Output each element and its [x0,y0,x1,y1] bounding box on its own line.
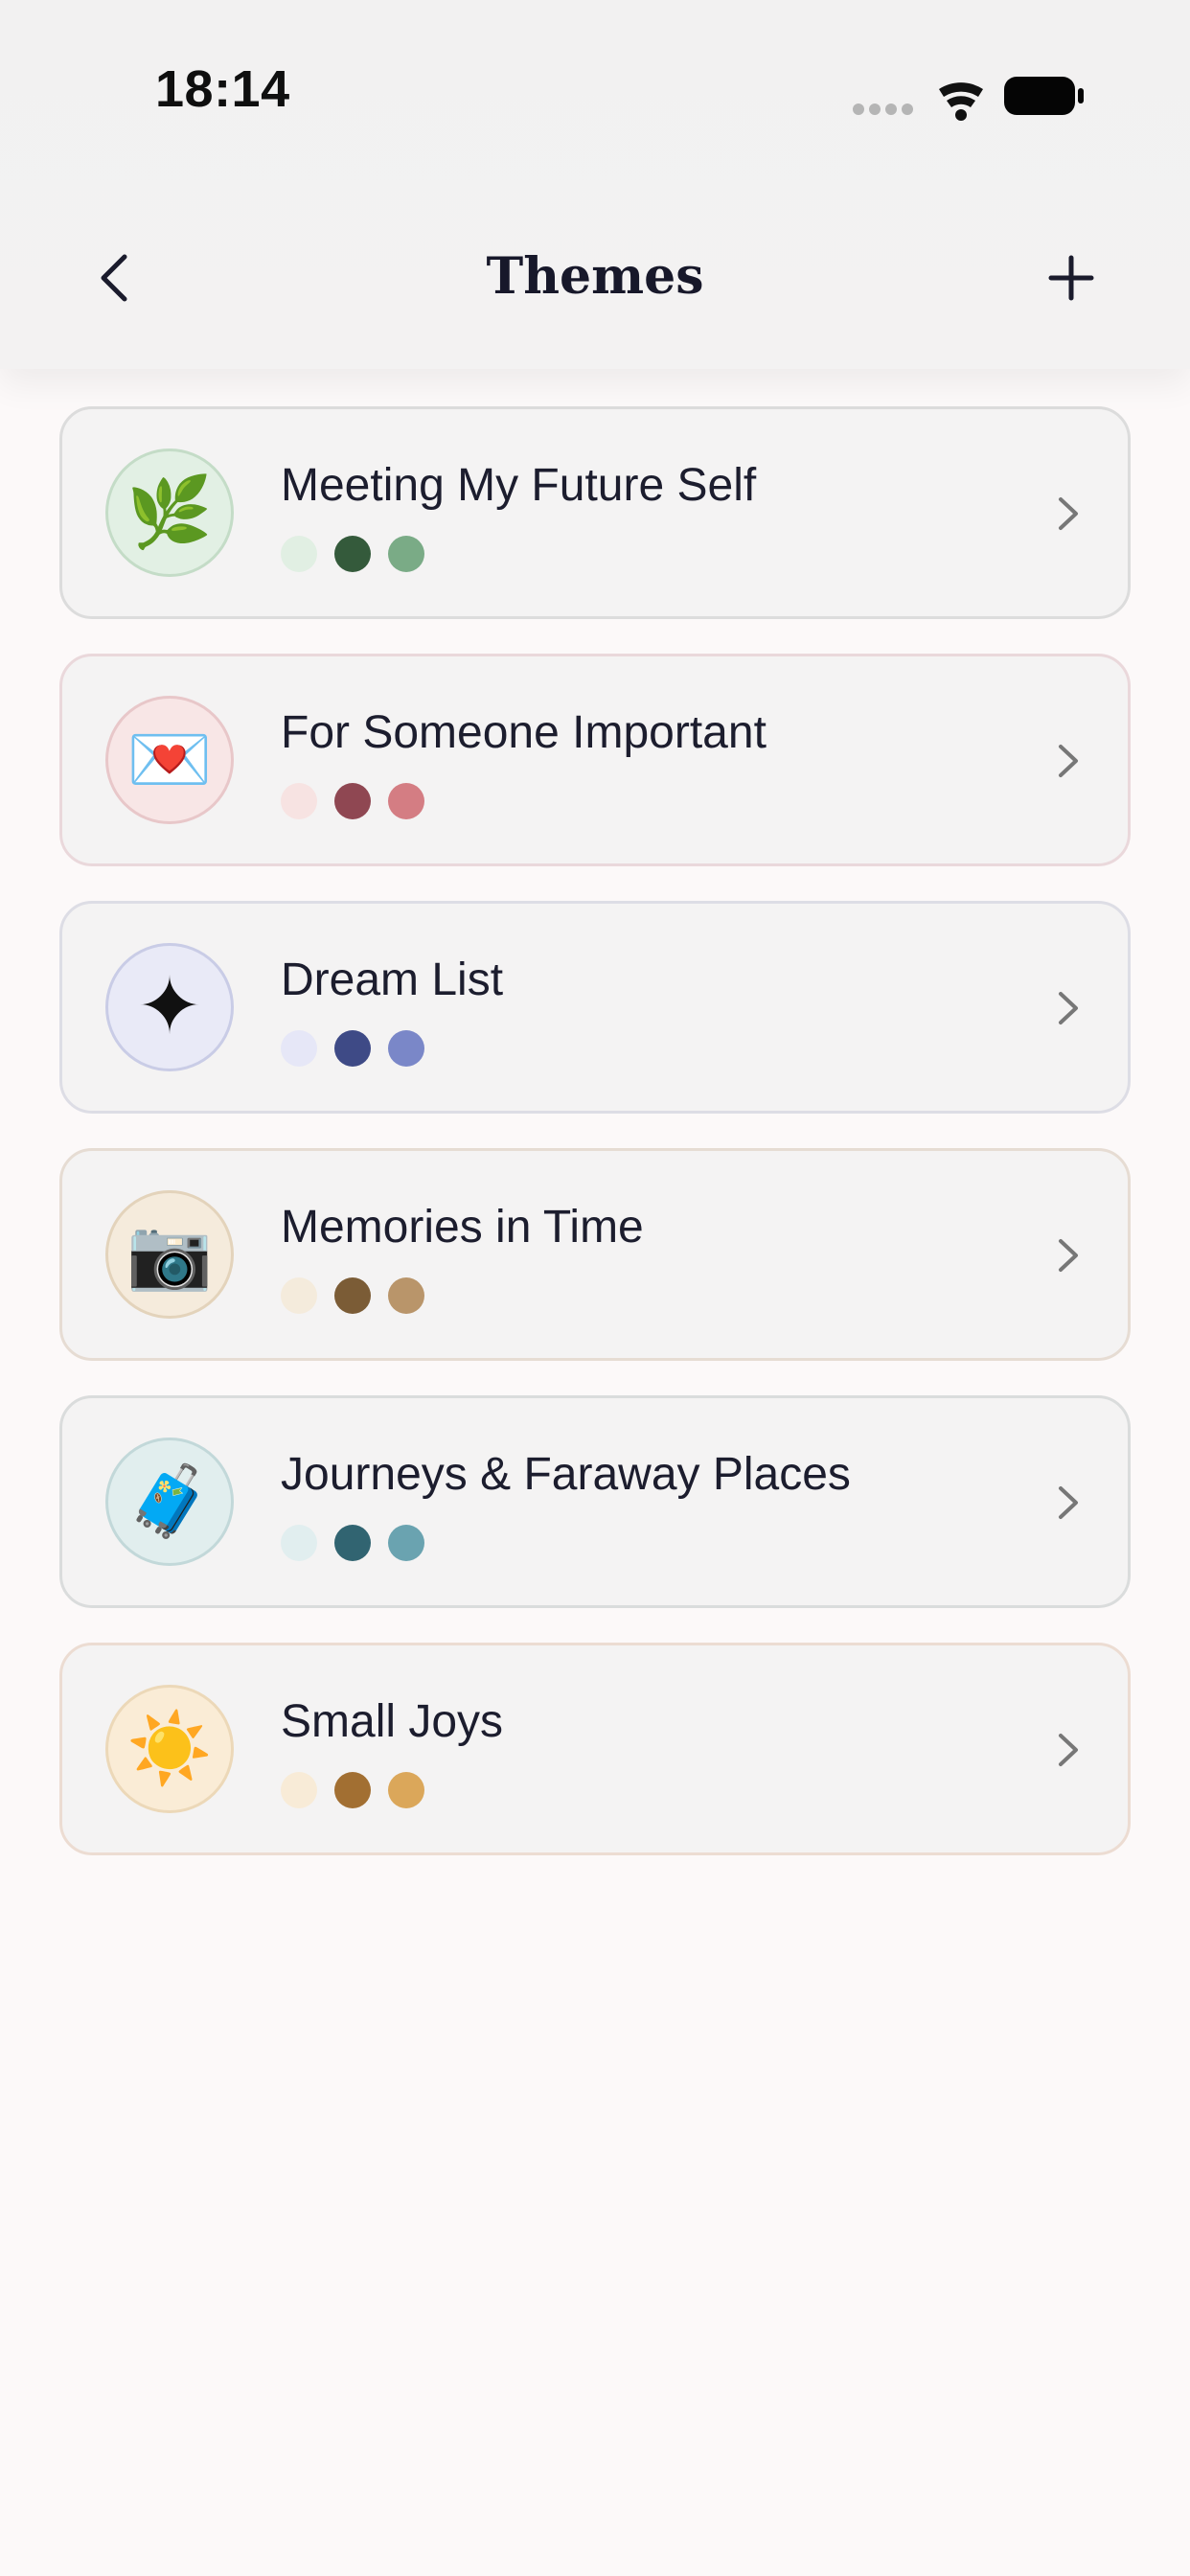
theme-card[interactable]: 🌿 Meeting My Future Self [59,406,1131,619]
theme-title: Small Joys [281,1696,504,1747]
top-bar: 18:14 Themes [0,0,1190,369]
color-swatch [334,783,371,819]
color-swatch [388,1030,424,1067]
theme-icon: 🌿 [105,448,234,577]
cellular-signal-icon [853,104,913,115]
theme-list: 🌿 Meeting My Future Self 💌 For Someone I… [59,406,1131,1890]
color-swatch [334,1525,371,1561]
color-swatch [388,536,424,572]
sun-icon: ☀️ [126,1711,213,1787]
navigation-bar: Themes [0,220,1190,335]
theme-card[interactable]: ☀️ Small Joys [59,1643,1131,1855]
color-swatch [388,1525,424,1561]
chevron-right-icon [1053,1728,1084,1772]
plus-icon [1048,255,1094,301]
color-swatch [281,1277,317,1314]
color-swatch [281,1525,317,1561]
wifi-icon [939,82,983,121]
chevron-right-icon [1053,492,1084,536]
theme-icon: 📷 [105,1190,234,1319]
color-swatches [281,1277,424,1314]
status-bar: 18:14 [0,0,1190,192]
camera-icon: 📷 [126,1216,213,1293]
add-theme-button[interactable] [1041,247,1102,309]
battery-icon [1004,77,1084,115]
color-swatches [281,536,424,572]
status-icons [851,67,1090,125]
theme-title: Journeys & Faraway Places [281,1449,851,1500]
color-swatches [281,783,424,819]
color-swatch [281,536,317,572]
theme-icon: ✦ [105,943,234,1071]
luggage-icon: 🧳 [126,1463,213,1540]
color-swatches [281,1772,424,1808]
sparkle-icon: ✦ [136,963,203,1050]
theme-icon: 💌 [105,696,234,824]
color-swatch [334,1277,371,1314]
theme-icon: 🧳 [105,1438,234,1566]
theme-title: Dream List [281,954,504,1005]
love-letter-icon: 💌 [126,722,213,798]
color-swatch [281,1030,317,1067]
chevron-right-icon [1053,1233,1084,1277]
theme-icon: ☀️ [105,1685,234,1813]
color-swatch [281,1772,317,1808]
status-time: 18:14 [155,60,290,118]
chevron-right-icon [1053,739,1084,783]
color-swatch [388,1277,424,1314]
theme-card[interactable]: 📷 Memories in Time [59,1148,1131,1361]
theme-title: For Someone Important [281,707,767,758]
chevron-right-icon [1053,986,1084,1030]
theme-title: Meeting My Future Self [281,460,757,511]
chevron-right-icon [1053,1481,1084,1525]
color-swatch [281,783,317,819]
page-title: Themes [486,247,704,306]
color-swatches [281,1525,424,1561]
theme-title: Memories in Time [281,1202,644,1253]
color-swatch [388,783,424,819]
herb-icon: 🌿 [126,474,213,551]
color-swatch [388,1772,424,1808]
color-swatch [334,1772,371,1808]
color-swatch [334,1030,371,1067]
theme-card[interactable]: ✦ Dream List [59,901,1131,1114]
theme-card[interactable]: 🧳 Journeys & Faraway Places [59,1395,1131,1608]
color-swatch [334,536,371,572]
color-swatches [281,1030,424,1067]
theme-card[interactable]: 💌 For Someone Important [59,654,1131,866]
